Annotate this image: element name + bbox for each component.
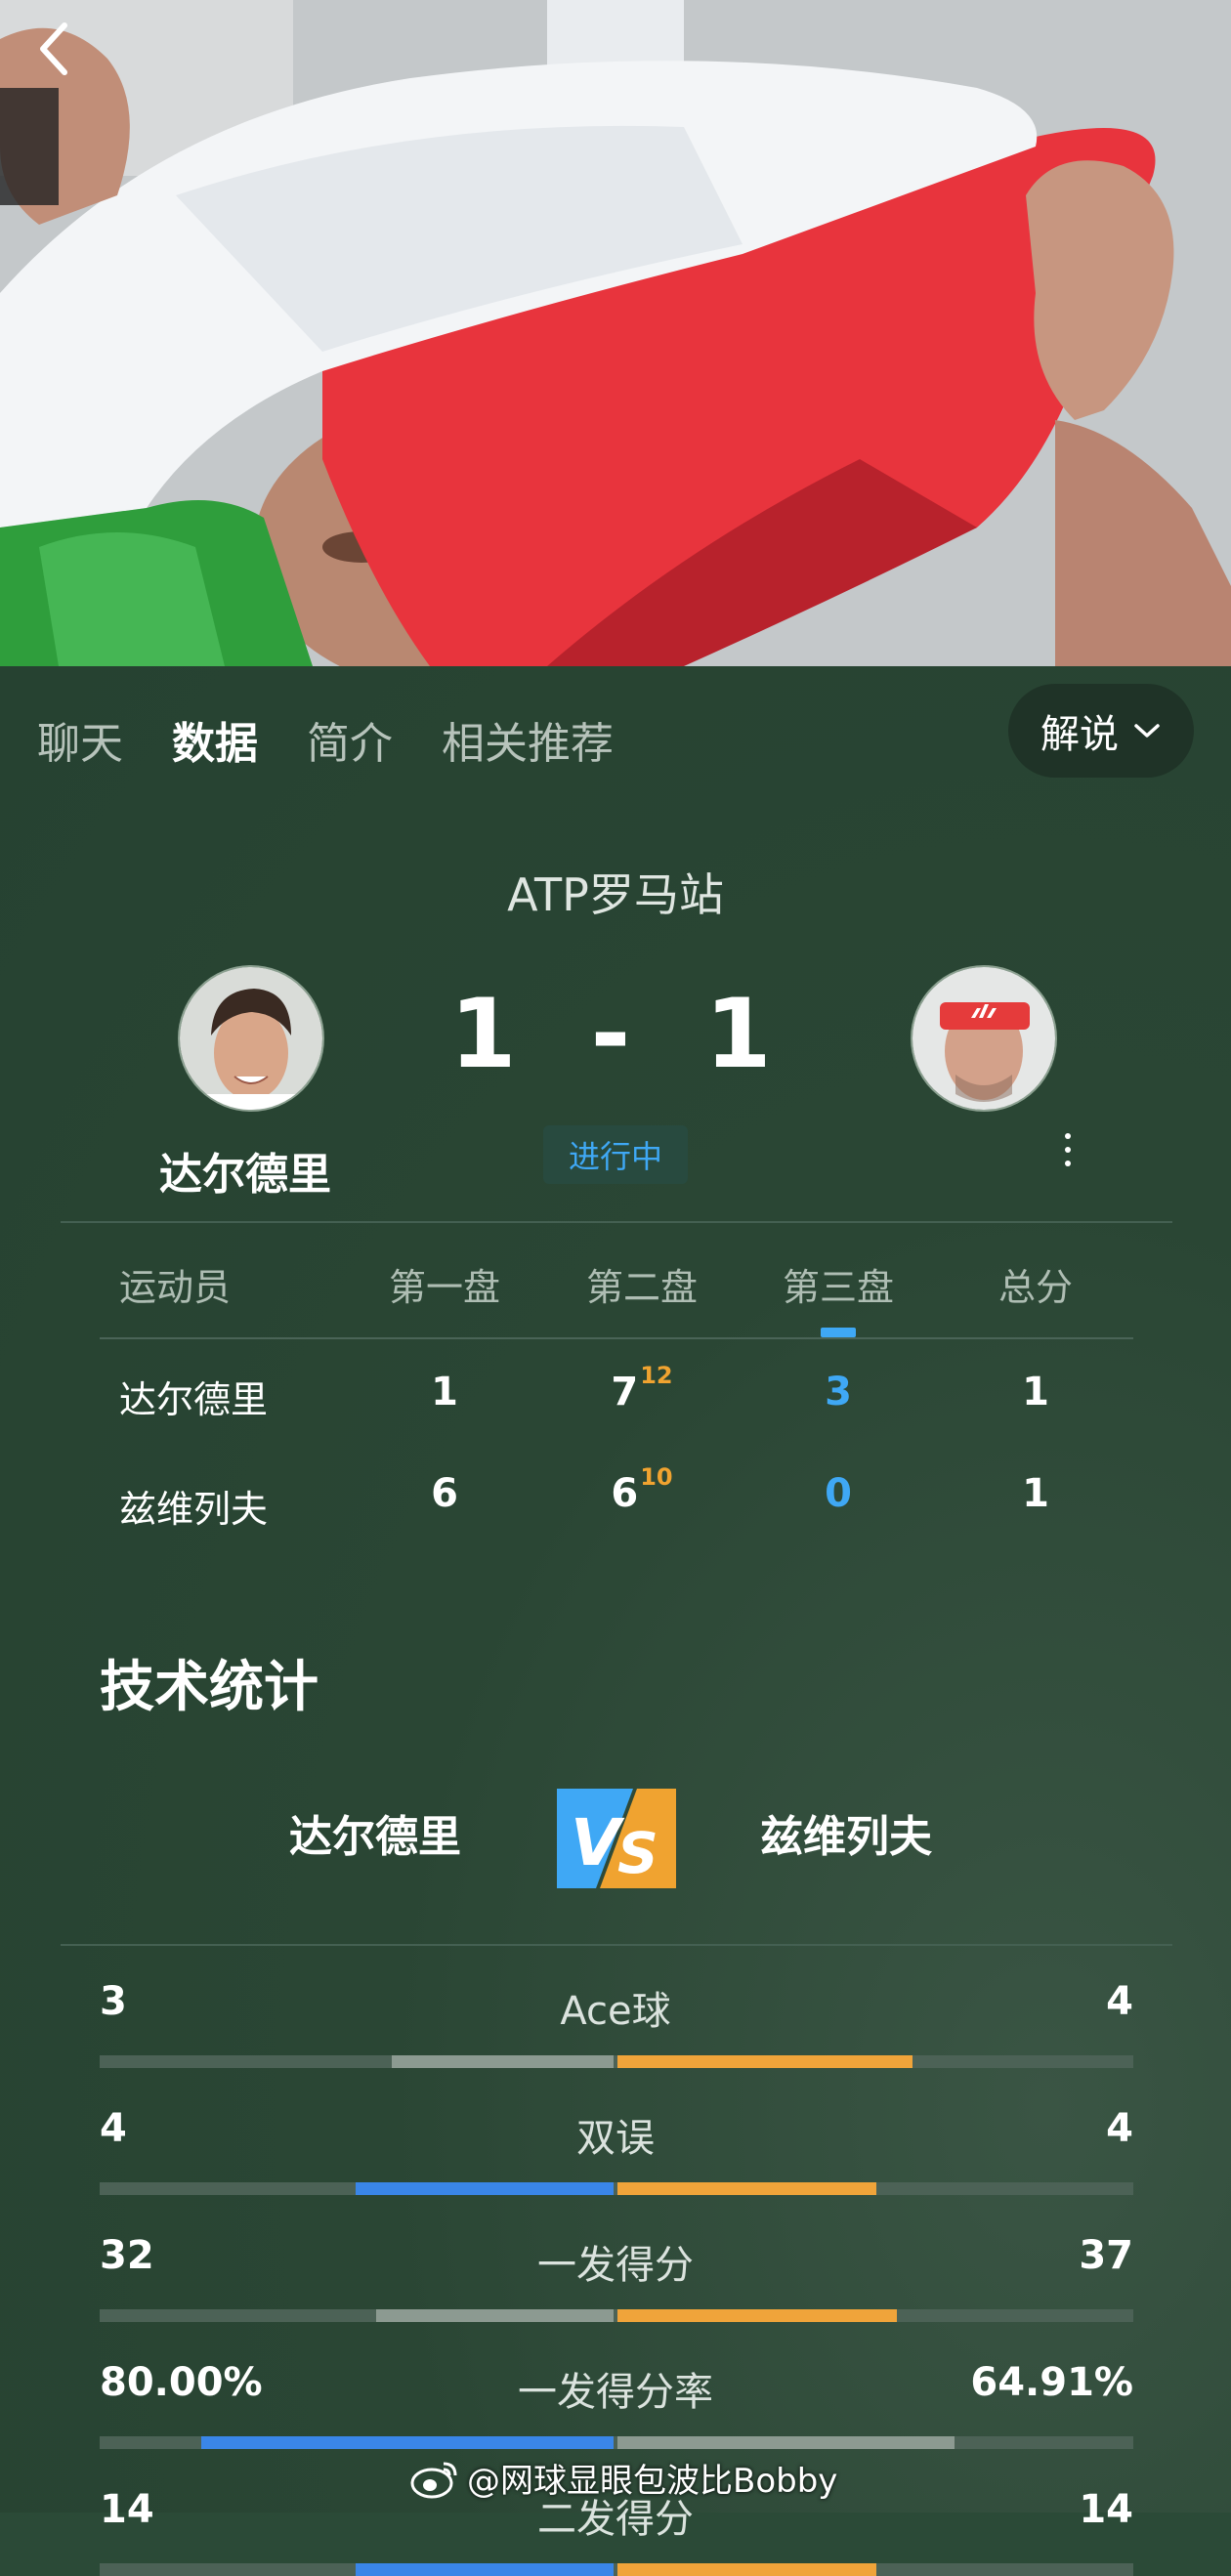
row1-set3: 3	[825, 1370, 852, 1415]
row2-player: 兹维列夫	[119, 1488, 269, 1531]
score-left: 1	[449, 979, 527, 1090]
row2-set2: 610	[569, 1463, 715, 1516]
vs-right-player: 兹维列夫	[760, 1812, 932, 1862]
row2-set1: 6	[431, 1471, 458, 1516]
status-badge: 进行中	[543, 1125, 688, 1184]
back-button[interactable]	[35, 20, 104, 88]
score-separator: -	[590, 979, 641, 1090]
commentary-label: 解说	[1040, 712, 1119, 757]
stat-bar-track	[100, 2055, 1133, 2068]
vs-left-player: 达尔德里	[289, 1812, 461, 1862]
hero-illustration	[0, 0, 1231, 666]
header-total: 总分	[998, 1266, 1073, 1309]
stats-title: 技术统计	[100, 1656, 318, 1719]
header-set2: 第二盘	[585, 1266, 698, 1309]
stat-bar-left	[392, 2055, 614, 2068]
row2-total: 1	[1022, 1471, 1049, 1516]
chevron-left-icon	[40, 22, 67, 75]
stat-bar-right	[617, 2563, 876, 2576]
stat-bar-left	[376, 2309, 614, 2322]
tab-bar: 聊天 数据 简介 相关推荐	[37, 705, 662, 774]
chevron-down-icon	[1134, 724, 1160, 738]
row1-set2: 712	[569, 1362, 715, 1415]
stat-bar-right	[617, 2055, 913, 2068]
watermark: @网球显眼包波比Bobby	[410, 2454, 837, 2502]
stat-right-value: 64.91%	[970, 2360, 1133, 2405]
match-score: 1 - 1	[0, 979, 1231, 1090]
row1-set1: 1	[431, 1370, 458, 1415]
stat-bar-right	[617, 2182, 876, 2195]
left-player-name: 达尔德里	[159, 1150, 331, 1200]
svg-text:S: S	[617, 1820, 658, 1886]
stat-bar-track	[100, 2309, 1133, 2322]
watermark-text: @网球显眼包波比Bobby	[467, 2462, 838, 2501]
stat-label: Ace球	[560, 1989, 671, 2034]
score-right: 1	[704, 979, 782, 1090]
stat-bar-track	[100, 2182, 1133, 2195]
table-divider	[100, 1337, 1133, 1339]
tab-chat[interactable]: 聊天	[37, 708, 123, 771]
stat-label: 双误	[576, 2116, 655, 2161]
row1-total: 1	[1022, 1370, 1049, 1415]
commentary-dropdown[interactable]: 解说	[1008, 684, 1194, 778]
row1-set2-games: 7	[611, 1370, 639, 1415]
vs-icon: V S	[557, 1789, 676, 1888]
stat-bar-left	[356, 2182, 614, 2195]
header-set3: 第三盘	[782, 1266, 894, 1309]
current-set-indicator	[821, 1328, 856, 1337]
weibo-icon	[410, 2462, 457, 2498]
row2-set2-games: 6	[611, 1471, 639, 1516]
stat-right-value: 4	[1106, 2106, 1133, 2151]
header-set1: 第一盘	[388, 1266, 500, 1309]
match-panel: 聊天 数据 简介 相关推荐 解说 ATP罗马站 达尔德里 1 - 1 进行中 运…	[0, 666, 1231, 2576]
row1-player: 达尔德里	[119, 1378, 269, 1421]
stat-label: 一发得分	[537, 2243, 694, 2288]
stat-right-value: 37	[1079, 2233, 1133, 2278]
stat-bar-left	[356, 2563, 614, 2576]
row2-set3: 0	[825, 1471, 852, 1516]
stat-right-value: 14	[1079, 2487, 1133, 2532]
more-icon[interactable]	[1063, 1130, 1073, 1173]
stat-bar-right	[617, 2436, 955, 2449]
stat-right-value: 4	[1106, 1979, 1133, 2024]
divider	[61, 1221, 1172, 1223]
vs-logo: V S	[557, 1785, 676, 1896]
tab-recommend[interactable]: 相关推荐	[442, 708, 614, 771]
stats-divider	[61, 1944, 1172, 1946]
row1-set2-tiebreak: 12	[640, 1362, 673, 1389]
tab-data[interactable]: 数据	[172, 708, 258, 771]
row2-set2-tiebreak: 10	[640, 1463, 673, 1491]
stat-bar-right	[617, 2309, 897, 2322]
header-player: 运动员	[119, 1266, 232, 1309]
stat-bar-track	[100, 2563, 1133, 2576]
more-dots-icon	[1065, 1133, 1071, 1166]
stat-bar-left	[201, 2436, 614, 2449]
event-name: ATP罗马站	[507, 868, 724, 921]
match-hero-image	[0, 0, 1231, 666]
tab-intro[interactable]: 简介	[307, 708, 393, 771]
